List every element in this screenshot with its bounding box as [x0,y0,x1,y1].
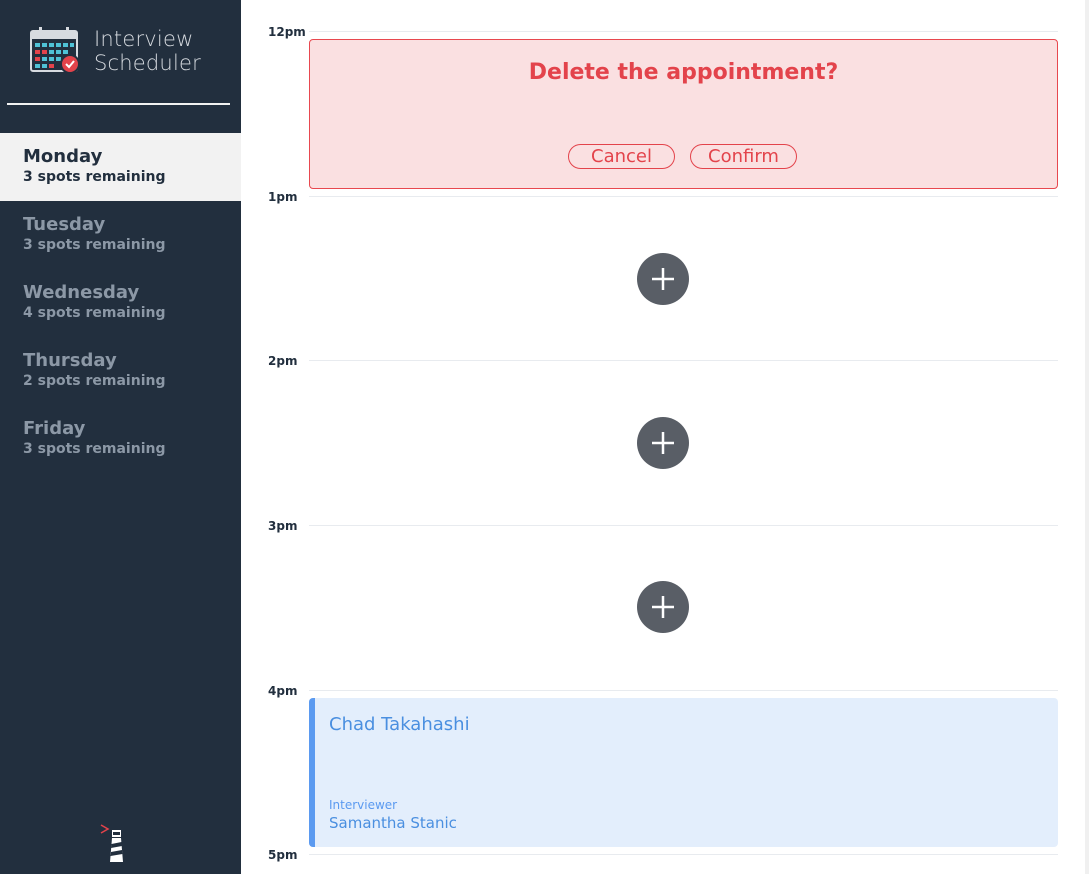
day-list: Monday 3 spots remaining Tuesday 3 spots… [0,133,241,473]
sidebar-divider [7,103,230,105]
day-spots: 3 spots remaining [23,169,166,185]
day-item-wednesday[interactable]: Wednesday 4 spots remaining [0,269,241,337]
interviewer-label: Interviewer [329,798,398,812]
hour-label: 12pm [268,25,306,39]
hour-label: 3pm [268,519,298,533]
add-appointment-button[interactable] [637,581,689,633]
confirm-button[interactable]: Confirm [690,144,797,169]
day-name: Thursday [23,350,117,371]
hour-divider [309,854,1058,855]
hour-label: 4pm [268,684,298,698]
day-spots: 2 spots remaining [23,373,166,389]
day-name: Wednesday [23,282,140,303]
day-item-tuesday[interactable]: Tuesday 3 spots remaining [0,201,241,269]
day-spots: 3 spots remaining [23,237,166,253]
hour-divider [309,525,1058,526]
appointment-card[interactable]: Chad Takahashi Interviewer Samantha Stan… [309,698,1058,847]
student-name: Chad Takahashi [329,714,470,735]
day-spots: 4 spots remaining [23,305,166,321]
delete-message: Delete the appointment? [528,60,839,85]
hour-label: 5pm [268,848,298,862]
day-name: Friday [23,418,86,439]
hour-label: 1pm [268,190,298,204]
hour-divider [309,360,1058,361]
scrollbar-track[interactable] [1085,0,1089,874]
cancel-button[interactable]: Cancel [568,144,675,169]
app-logo: Interview Scheduler [28,26,201,76]
sidebar: Interview Scheduler Monday 3 spots remai… [0,0,241,874]
day-item-monday[interactable]: Monday 3 spots remaining [0,133,241,201]
plus-icon [652,268,674,290]
app-title: Interview Scheduler [94,27,201,75]
app-title-line2: Scheduler [94,51,201,75]
add-appointment-button[interactable] [637,417,689,469]
hour-divider [309,31,1058,32]
day-item-friday[interactable]: Friday 3 spots remaining [0,405,241,473]
hour-divider [309,690,1058,691]
day-spots: 3 spots remaining [23,441,166,457]
interviewer-name: Samantha Stanic [329,814,457,832]
plus-icon [652,596,674,618]
app-root: Interview Scheduler Monday 3 spots remai… [0,0,1089,874]
day-name: Tuesday [23,214,106,235]
day-name: Monday [23,146,103,167]
plus-icon [652,432,674,454]
day-item-thursday[interactable]: Thursday 2 spots remaining [0,337,241,405]
calendar-icon [30,27,80,74]
hour-divider [309,196,1058,197]
schedule: 12pm 1pm 2pm 3pm 4pm 5pm Delete the appo… [241,0,1089,874]
add-appointment-button[interactable] [637,253,689,305]
delete-confirmation: Delete the appointment? Cancel Confirm [309,39,1058,189]
appointment-accent-bar [309,698,315,847]
app-title-line1: Interview [94,27,194,51]
hour-label: 2pm [268,354,298,368]
lighthouse-icon [100,824,123,862]
